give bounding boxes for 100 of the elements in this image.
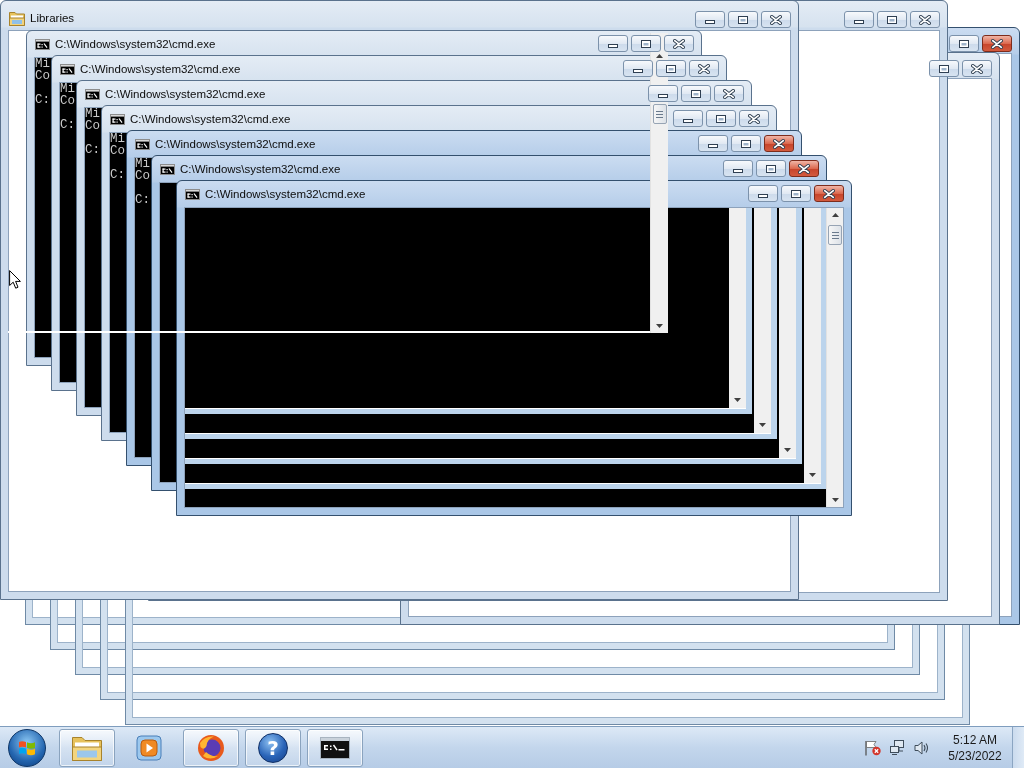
help-icon: ?: [258, 732, 288, 763]
minimize-icon: [708, 144, 718, 148]
console-text: Mi: [135, 158, 150, 170]
console-icon: [60, 63, 75, 75]
maximize-button[interactable]: [706, 110, 736, 127]
maximize-icon: [738, 15, 748, 24]
window-title: C:\Windows\system32\cmd.exe: [55, 38, 216, 50]
close-button[interactable]: [962, 60, 992, 77]
close-icon: [991, 38, 1003, 49]
close-button[interactable]: [764, 135, 794, 152]
console-text: C:: [35, 94, 50, 106]
console-icon: [160, 163, 175, 175]
close-icon: [673, 38, 685, 49]
minimize-button[interactable]: [648, 85, 678, 102]
flag-alert-icon[interactable]: [864, 739, 882, 756]
console-text: Co: [85, 120, 100, 132]
close-icon: [698, 63, 710, 74]
minimize-button[interactable]: [623, 60, 653, 77]
close-icon: [773, 138, 785, 149]
minimize-icon: [608, 44, 618, 48]
close-icon: [798, 163, 810, 174]
folder-icon: [9, 10, 25, 26]
taskbar-button[interactable]: [307, 728, 363, 767]
close-button[interactable]: [714, 85, 744, 102]
flag-icon: [17, 738, 37, 757]
close-icon: [770, 14, 782, 25]
scrollbar[interactable]: [826, 208, 843, 507]
maximize-icon: [641, 39, 651, 48]
maximize-button[interactable]: [731, 135, 761, 152]
close-button[interactable]: [689, 60, 719, 77]
minimize-button[interactable]: [698, 135, 728, 152]
window-title: C:\Windows\system32\cmd.exe: [130, 113, 291, 125]
console-icon: [35, 38, 50, 50]
minimize-icon: [658, 94, 668, 98]
speaker-icon[interactable]: [914, 739, 930, 756]
close-icon: [823, 188, 835, 199]
down-arrow-icon[interactable]: [656, 324, 663, 328]
minimize-button[interactable]: [723, 160, 753, 177]
maximize-button[interactable]: [681, 85, 711, 102]
console-text: C:: [135, 194, 150, 206]
start-button[interactable]: [8, 728, 46, 767]
minimize-button[interactable]: [673, 110, 703, 127]
maximize-icon: [691, 89, 701, 98]
console-text: Co: [135, 170, 150, 182]
console-text: Co: [110, 145, 125, 157]
clock-date: 5/23/2022: [948, 747, 1002, 764]
console-text: C:: [110, 169, 125, 181]
window-title: Libraries: [30, 12, 75, 24]
minimize-icon: [633, 69, 643, 73]
scroll-thumb[interactable]: [652, 104, 667, 124]
play-icon: [136, 734, 162, 761]
maximize-button[interactable]: [728, 11, 758, 28]
console-text: Co: [35, 70, 50, 82]
console-text: Mi: [110, 133, 125, 145]
close-button[interactable]: [739, 110, 769, 127]
scroll-thumb[interactable]: [828, 225, 842, 245]
maximize-button[interactable]: [781, 185, 811, 202]
up-arrow-icon[interactable]: [831, 213, 839, 217]
close-icon: [971, 63, 983, 74]
minimize-button[interactable]: [748, 185, 778, 202]
network-icon[interactable]: [890, 739, 906, 756]
minimize-button[interactable]: [598, 35, 628, 52]
minimize-icon: [854, 20, 864, 24]
close-icon: [748, 113, 760, 124]
maximize-button[interactable]: [929, 60, 959, 77]
close-button[interactable]: [910, 11, 940, 28]
maximize-icon: [959, 39, 969, 48]
close-button[interactable]: [789, 160, 819, 177]
clock-time: 5:12 AM: [953, 731, 997, 748]
down-arrow-icon[interactable]: [831, 498, 839, 502]
minimize-button[interactable]: [695, 11, 725, 28]
close-button[interactable]: [814, 185, 844, 202]
maximize-button[interactable]: [756, 160, 786, 177]
console-icon: [185, 188, 200, 200]
console-text: Co: [60, 95, 75, 107]
close-button[interactable]: [982, 35, 1012, 52]
window-title: C:\Windows\system32\cmd.exe: [180, 163, 341, 175]
console-icon: [110, 113, 125, 125]
maximize-icon: [741, 139, 751, 148]
console-icon: [135, 138, 150, 150]
minimize-icon: [705, 20, 715, 24]
maximize-button[interactable]: [949, 35, 979, 52]
maximize-button[interactable]: [631, 35, 661, 52]
window-title: C:\Windows\system32\cmd.exe: [105, 88, 266, 100]
taskbar-button[interactable]: [183, 728, 239, 767]
close-button[interactable]: [664, 35, 694, 52]
maximize-icon: [766, 164, 776, 173]
maximize-button[interactable]: [656, 60, 686, 77]
taskbar-button[interactable]: ?: [245, 728, 301, 767]
maximize-button[interactable]: [877, 11, 907, 28]
minimize-button[interactable]: [844, 11, 874, 28]
close-button[interactable]: [761, 11, 791, 28]
window-title: C:\Windows\system32\cmd.exe: [80, 63, 241, 75]
minimize-icon: [683, 119, 693, 123]
console-text: Mi: [35, 58, 50, 70]
maximize-icon: [791, 189, 801, 198]
up-arrow-icon[interactable]: [656, 54, 663, 58]
maximize-icon: [887, 15, 897, 24]
maximize-icon: [939, 64, 949, 73]
console-text: Mi: [60, 83, 75, 95]
